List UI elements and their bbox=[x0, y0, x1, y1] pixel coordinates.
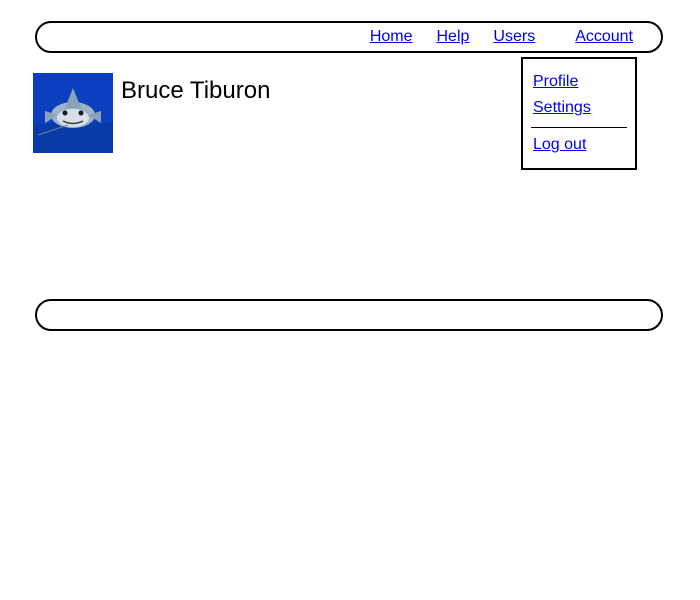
dropdown-logout-link[interactable]: Log out bbox=[523, 132, 635, 158]
nav-users-link[interactable]: Users bbox=[493, 28, 535, 46]
nav-account-link[interactable]: Account bbox=[575, 28, 633, 46]
account-dropdown: Profile Settings Log out bbox=[521, 57, 637, 170]
top-nav: Home Help Users Account bbox=[35, 21, 663, 53]
avatar bbox=[33, 73, 113, 153]
dropdown-divider bbox=[531, 127, 627, 128]
shark-icon bbox=[33, 73, 113, 153]
dropdown-profile-link[interactable]: Profile bbox=[523, 69, 635, 95]
dropdown-settings-link[interactable]: Settings bbox=[523, 95, 635, 121]
profile-section: Bruce Tiburon bbox=[33, 73, 270, 153]
nav-help-link[interactable]: Help bbox=[437, 28, 470, 46]
footer-bar bbox=[35, 299, 663, 331]
username-heading: Bruce Tiburon bbox=[121, 77, 270, 105]
nav-home-link[interactable]: Home bbox=[370, 28, 413, 46]
